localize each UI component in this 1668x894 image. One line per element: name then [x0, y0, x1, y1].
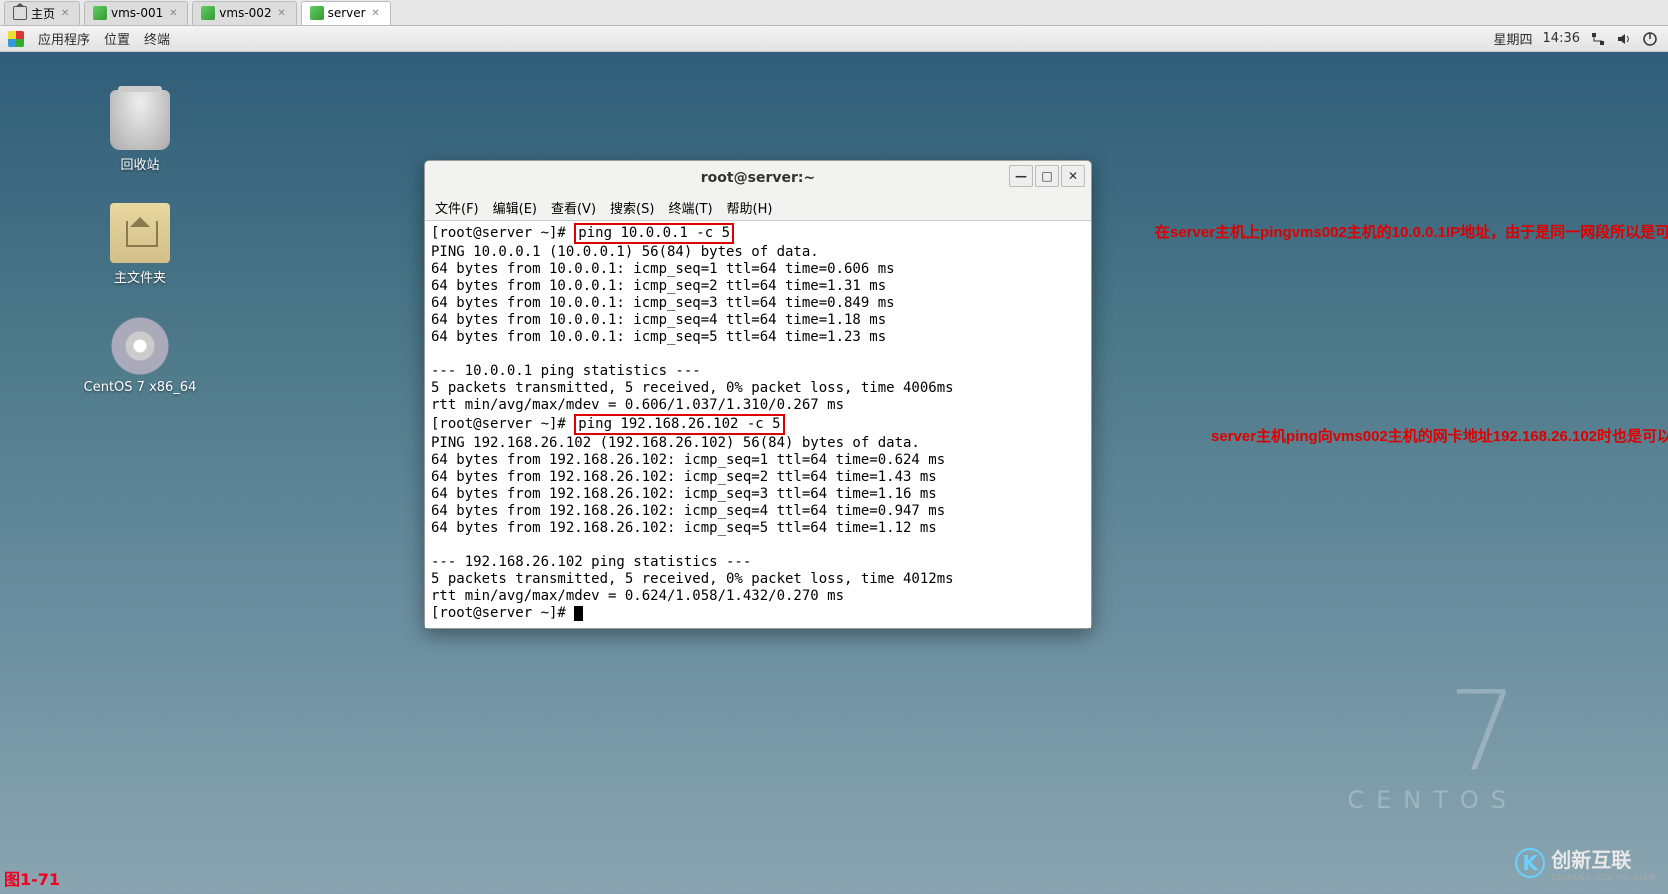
menu-view[interactable]: 查看(V): [551, 198, 596, 217]
install-disc-icon[interactable]: CentOS 7 x86_64: [80, 316, 200, 395]
home-folder-icon[interactable]: 主文件夹: [80, 203, 200, 286]
brand-logo-icon: K: [1515, 848, 1545, 878]
brand-badge: K 创新互联 CHUANG XIN HU LIAN: [1515, 844, 1656, 882]
home-label: 主文件夹: [114, 267, 166, 286]
browser-tab-vms-002[interactable]: vms-002 ✕: [192, 1, 296, 25]
vm-icon: [310, 6, 324, 20]
panel-day: 星期四: [1494, 29, 1533, 48]
tab-label: vms-001: [111, 6, 163, 20]
network-icon[interactable]: [1590, 31, 1606, 47]
gnome-top-panel: 应用程序 位置 终端 星期四 14:36: [0, 26, 1668, 52]
close-button[interactable]: ✕: [1061, 165, 1085, 187]
panel-time: 14:36: [1543, 31, 1580, 46]
terminal-menubar: 文件(F) 编辑(E) 查看(V) 搜索(S) 终端(T) 帮助(H): [425, 195, 1091, 221]
terminal-body[interactable]: [root@server ~]# ping 10.0.0.1 -c 5 PING…: [425, 221, 1091, 628]
tab-close-icon[interactable]: ✕: [167, 7, 179, 19]
menu-help[interactable]: 帮助(H): [727, 198, 773, 217]
annotation-1: 在server主机上pingvms002主机的10.0.0.1IP地址，由于是同…: [1155, 221, 1668, 242]
power-icon[interactable]: [1642, 31, 1658, 47]
figure-label: 图1-71: [4, 866, 60, 890]
browser-tab-server[interactable]: server ✕: [301, 1, 391, 25]
trash-icon[interactable]: 回收站: [80, 90, 200, 173]
watermark-word: CENTOS: [1347, 786, 1518, 814]
vm-icon: [201, 6, 215, 20]
terminal-window[interactable]: root@server:~ — □ ✕ 文件(F) 编辑(E) 查看(V) 搜索…: [424, 160, 1092, 629]
browser-tab-主页[interactable]: 主页 ✕: [4, 1, 80, 25]
menu-terminal[interactable]: 终端(T): [668, 198, 712, 217]
brand-sub: CHUANG XIN HU LIAN: [1551, 873, 1656, 882]
watermark-seven: 7: [1347, 676, 1518, 786]
terminal-title: root@server:~: [701, 170, 815, 186]
browser-tabstrip: 主页 ✕ vms-001 ✕ vms-002 ✕ server ✕: [0, 0, 1668, 26]
tab-label: server: [328, 6, 366, 20]
centos-watermark: 7 CENTOS: [1347, 676, 1518, 814]
tab-close-icon[interactable]: ✕: [59, 7, 71, 19]
vm-icon: [93, 6, 107, 20]
brand-name: 创新互联: [1551, 848, 1631, 872]
panel-apps[interactable]: 应用程序: [38, 29, 90, 48]
maximize-button[interactable]: □: [1035, 165, 1059, 187]
trash-label: 回收站: [120, 154, 159, 173]
minimize-button[interactable]: —: [1009, 165, 1033, 187]
menu-search[interactable]: 搜索(S): [610, 198, 654, 217]
tab-label: vms-002: [219, 6, 271, 20]
tab-label: 主页: [31, 5, 55, 22]
tab-close-icon[interactable]: ✕: [370, 7, 382, 19]
menu-edit[interactable]: 编辑(E): [493, 198, 537, 217]
panel-terminal[interactable]: 终端: [144, 29, 170, 48]
volume-icon[interactable]: [1616, 31, 1632, 47]
tab-close-icon[interactable]: ✕: [276, 7, 288, 19]
panel-places[interactable]: 位置: [104, 29, 130, 48]
terminal-titlebar[interactable]: root@server:~ — □ ✕: [425, 161, 1091, 195]
menu-file[interactable]: 文件(F): [435, 198, 479, 217]
annotation-2: server主机ping向vms002主机的网卡地址192.168.26.102…: [1211, 425, 1668, 446]
browser-tab-vms-001[interactable]: vms-001 ✕: [84, 1, 188, 25]
home-icon: [13, 6, 27, 20]
disc-label: CentOS 7 x86_64: [84, 380, 197, 395]
activities-icon[interactable]: [8, 31, 24, 47]
desktop-icons: 回收站 主文件夹 CentOS 7 x86_64: [80, 90, 200, 395]
